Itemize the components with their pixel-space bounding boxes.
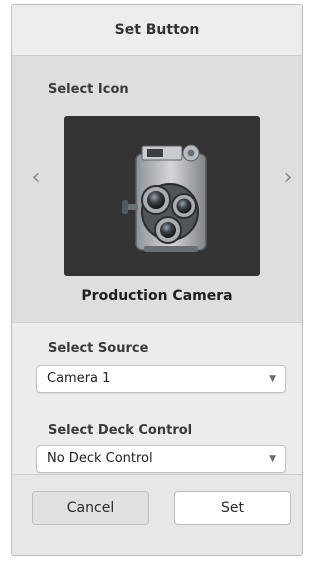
cancel-button[interactable]: Cancel [32, 491, 149, 525]
select-source-label: Select Source [48, 341, 149, 356]
chevron-down-icon: ▼ [269, 374, 276, 384]
select-deck-control-label: Select Deck Control [48, 423, 193, 438]
chevron-down-icon: ▼ [269, 454, 276, 464]
next-icon-arrow[interactable]: › [276, 160, 300, 196]
source-dropdown-value: Camera 1 [47, 371, 111, 386]
previous-icon-arrow[interactable]: ‹ [24, 160, 48, 196]
dialog-footer: Cancel Set [12, 474, 302, 555]
select-icon-label: Select Icon [48, 82, 129, 97]
set-button-dialog: Set Button Select Icon ‹ › Production Ca… [11, 4, 303, 556]
dialog-title: Set Button [12, 5, 302, 56]
selected-icon-name: Production Camera [81, 288, 233, 304]
source-dropdown[interactable]: Camera 1 ▼ [36, 365, 286, 393]
icon-preview[interactable] [64, 116, 260, 276]
icon-selector-panel: Select Icon ‹ › Production Camera [12, 56, 302, 323]
source-settings: Select Source Camera 1 ▼ Select Deck Con… [12, 323, 302, 473]
movie-camera-icon [122, 144, 207, 252]
deck-control-dropdown[interactable]: No Deck Control ▼ [36, 445, 286, 473]
set-button[interactable]: Set [174, 491, 291, 525]
deck-control-dropdown-value: No Deck Control [47, 451, 153, 466]
